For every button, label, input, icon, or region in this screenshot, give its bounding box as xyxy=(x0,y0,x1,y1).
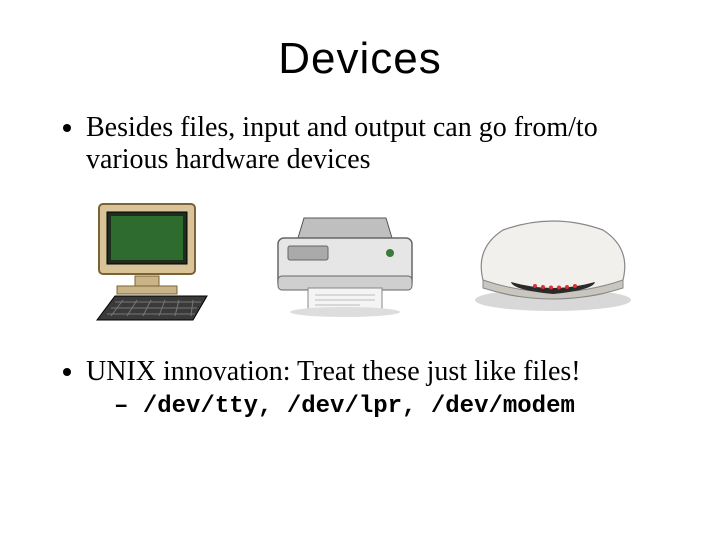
bullet-item-2-text: UNIX innovation: Treat these just like f… xyxy=(86,356,581,387)
computer-icon xyxy=(77,198,227,328)
bullet-list-2: UNIX innovation: Treat these just like f… xyxy=(58,356,670,420)
printer-icon xyxy=(260,208,430,318)
slide-title: Devices xyxy=(50,34,670,84)
bullet-item-1: Besides files, input and output can go f… xyxy=(86,112,670,176)
sub-bullet-1: /dev/tty, /dev/lpr, /dev/modem xyxy=(114,393,670,421)
bullet-list: Besides files, input and output can go f… xyxy=(58,112,670,176)
slide: Devices Besides files, input and output … xyxy=(0,0,720,540)
sub-bullet-list: /dev/tty, /dev/lpr, /dev/modem xyxy=(86,393,670,421)
modem-image xyxy=(463,208,643,318)
bullet-item-2: UNIX innovation: Treat these just like f… xyxy=(86,356,670,420)
images-row xyxy=(60,188,660,338)
printer-image xyxy=(260,208,430,318)
modem-icon xyxy=(463,208,643,318)
computer-image xyxy=(77,198,227,328)
